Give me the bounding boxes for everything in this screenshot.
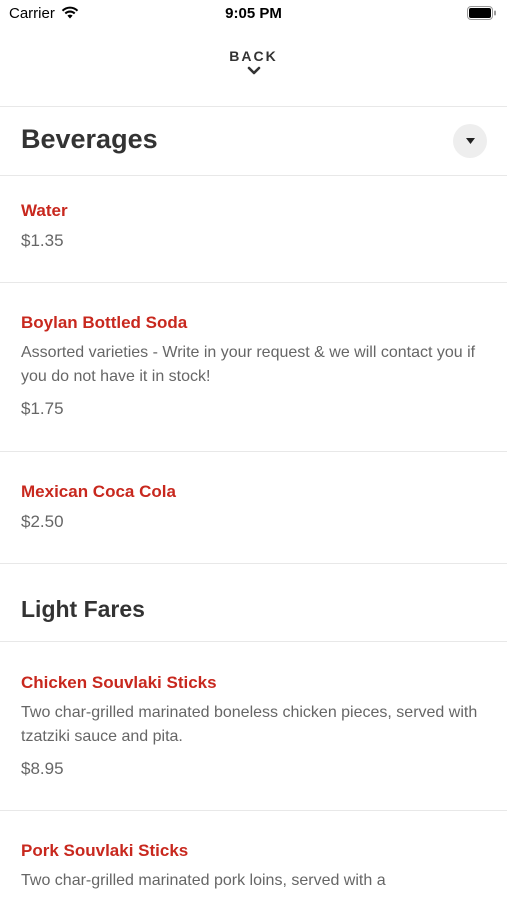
section-title-light-fares: Light Fares bbox=[21, 596, 145, 622]
caret-down-icon bbox=[466, 138, 475, 144]
status-time: 9:05 PM bbox=[225, 5, 282, 22]
item-price: $1.35 bbox=[21, 231, 64, 250]
back-label: BACK bbox=[229, 48, 278, 64]
item-name: Boylan Bottled Soda bbox=[21, 313, 188, 332]
section-title-beverages: Beverages bbox=[21, 124, 158, 154]
header-divider bbox=[0, 106, 507, 107]
item-price: $8.95 bbox=[21, 759, 64, 778]
chevron-down-icon bbox=[247, 66, 260, 75]
category-dropdown-button[interactable] bbox=[453, 124, 487, 158]
item-divider bbox=[0, 282, 507, 283]
item-price: $1.75 bbox=[21, 399, 64, 418]
item-price: $2.50 bbox=[21, 512, 64, 531]
menu-item-mexican-coca-cola[interactable]: Mexican Coca Cola $2.50 bbox=[21, 482, 487, 532]
section-divider bbox=[0, 175, 507, 176]
back-button[interactable]: BACK bbox=[0, 48, 507, 76]
section-divider bbox=[0, 563, 507, 564]
menu-item-pork-souvlaki-sticks[interactable]: Pork Souvlaki Sticks Two char-grilled ma… bbox=[21, 841, 487, 893]
menu-item-chicken-souvlaki-sticks[interactable]: Chicken Souvlaki Sticks Two char-grilled… bbox=[21, 673, 487, 779]
battery-icon bbox=[467, 6, 496, 20]
menu-item-boylan-bottled-soda[interactable]: Boylan Bottled Soda Assorted varieties -… bbox=[21, 313, 487, 419]
item-name: Mexican Coca Cola bbox=[21, 482, 176, 501]
item-description: Two char-grilled marinated pork loins, s… bbox=[21, 872, 386, 889]
item-description: Two char-grilled marinated boneless chic… bbox=[21, 704, 478, 745]
item-description: Assorted varieties - Write in your reque… bbox=[21, 344, 476, 385]
item-divider bbox=[0, 451, 507, 452]
item-name: Pork Souvlaki Sticks bbox=[21, 841, 189, 860]
section-divider bbox=[0, 641, 507, 642]
menu-item-water[interactable]: Water $1.35 bbox=[21, 201, 487, 251]
item-name: Water bbox=[21, 201, 68, 220]
item-name: Chicken Souvlaki Sticks bbox=[21, 673, 217, 692]
status-bar: Carrier 9:05 PM bbox=[0, 0, 507, 30]
item-divider bbox=[0, 810, 507, 811]
